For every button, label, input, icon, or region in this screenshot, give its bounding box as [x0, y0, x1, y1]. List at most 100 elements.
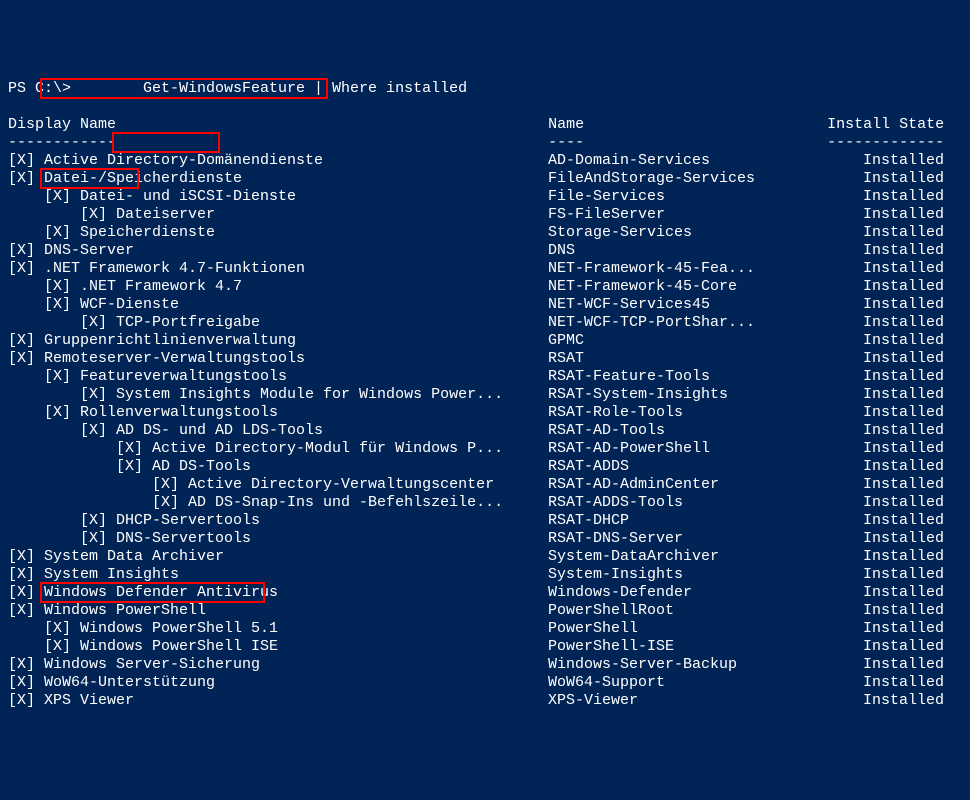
name-cell: PowerShellRoot [548, 602, 809, 620]
feature-row: [X] Active Directory-Verwaltungscenter R… [8, 476, 962, 494]
feature-row: [X] WCF-Dienste NET-WCF-Services45 Insta… [8, 296, 962, 314]
feature-row: [X] Remoteserver-Verwaltungstools RSAT I… [8, 350, 962, 368]
name-cell: AD-Domain-Services [548, 152, 809, 170]
display-name-cell: [X] Speicherdienste [8, 224, 548, 242]
feature-row: [X] Rollenverwaltungstools RSAT-Role-Too… [8, 404, 962, 422]
install-state-cell: Installed [809, 620, 944, 638]
install-state-cell: Installed [809, 332, 944, 350]
display-name-cell: [X] Datei-/Speicherdienste [8, 170, 548, 188]
feature-row: [X] Speicherdienste Storage-Services Ins… [8, 224, 962, 242]
name-cell: File-Services [548, 188, 809, 206]
install-state-cell: Installed [809, 404, 944, 422]
name-cell: RSAT-AD-PowerShell [548, 440, 809, 458]
install-state-cell: Installed [809, 350, 944, 368]
powershell-terminal[interactable]: PS C:\> Get-WindowsFeature | Where insta… [8, 80, 962, 710]
name-cell: Windows-Defender [548, 584, 809, 602]
install-state-cell: Installed [809, 638, 944, 656]
feature-row: [X] AD DS-Tools RSAT-ADDS Installed [8, 458, 962, 476]
feature-row: [X] Active Directory-Domänendienste AD-D… [8, 152, 962, 170]
blank-line [8, 98, 962, 116]
feature-row: [X] .NET Framework 4.7 NET-Framework-45-… [8, 278, 962, 296]
install-state-cell: Installed [809, 530, 944, 548]
install-state-cell: Installed [809, 692, 944, 710]
install-state-cell: Installed [809, 548, 944, 566]
install-state-cell: Installed [809, 224, 944, 242]
name-cell: PowerShell [548, 620, 809, 638]
feature-row: [X] TCP-Portfreigabe NET-WCF-TCP-PortSha… [8, 314, 962, 332]
display-name-cell: [X] .NET Framework 4.7-Funktionen [8, 260, 548, 278]
install-state-cell: Installed [809, 206, 944, 224]
name-cell: NET-Framework-45-Fea... [548, 260, 809, 278]
command-prompt: PS C:\> Get-WindowsFeature | Where insta… [8, 80, 962, 98]
name-cell: RSAT-AD-Tools [548, 422, 809, 440]
install-state-cell: Installed [809, 494, 944, 512]
install-state-cell: Installed [809, 422, 944, 440]
name-cell: NET-WCF-Services45 [548, 296, 809, 314]
install-state-cell: Installed [809, 584, 944, 602]
display-name-cell: [X] DNS-Server [8, 242, 548, 260]
name-cell: Windows-Server-Backup [548, 656, 809, 674]
name-cell: Storage-Services [548, 224, 809, 242]
install-state-cell: Installed [809, 386, 944, 404]
name-cell: RSAT-System-Insights [548, 386, 809, 404]
install-state-cell: Installed [809, 476, 944, 494]
feature-row: [X] Windows PowerShell 5.1 PowerShell In… [8, 620, 962, 638]
name-cell: RSAT [548, 350, 809, 368]
name-cell: NET-Framework-45-Core [548, 278, 809, 296]
display-name-cell: [X] Active Directory-Modul für Windows P… [8, 440, 548, 458]
display-name-cell: [X] Windows PowerShell ISE [8, 638, 548, 656]
display-name-cell: [X] DNS-Servertools [8, 530, 548, 548]
feature-row: [X] DNS-Server DNS Installed [8, 242, 962, 260]
install-state-cell: Installed [809, 674, 944, 692]
name-cell: WoW64-Support [548, 674, 809, 692]
feature-row: [X] System Insights System-Insights Inst… [8, 566, 962, 584]
display-name-cell: [X] Windows Server-Sicherung [8, 656, 548, 674]
install-state-cell: Installed [809, 440, 944, 458]
name-cell: PowerShell-ISE [548, 638, 809, 656]
install-state-cell: Installed [809, 512, 944, 530]
name-cell: RSAT-ADDS-Tools [548, 494, 809, 512]
name-cell: FS-FileServer [548, 206, 809, 224]
install-state-cell: Installed [809, 242, 944, 260]
name-cell: RSAT-Feature-Tools [548, 368, 809, 386]
install-state-cell: Installed [809, 368, 944, 386]
display-name-cell: [X] Gruppenrichtlinienverwaltung [8, 332, 548, 350]
display-name-cell: [X] System Insights Module for Windows P… [8, 386, 548, 404]
install-state-cell: Installed [809, 602, 944, 620]
name-cell: System-DataArchiver [548, 548, 809, 566]
install-state-cell: Installed [809, 656, 944, 674]
display-name-cell: [X] Windows PowerShell [8, 602, 548, 620]
install-state-cell: Installed [809, 458, 944, 476]
column-header: Display Name Name Install State [8, 116, 962, 134]
display-name-cell: [X] Windows Defender Antivirus [8, 584, 548, 602]
name-cell: RSAT-DNS-Server [548, 530, 809, 548]
feature-row: [X] AD DS- und AD LDS-Tools RSAT-AD-Tool… [8, 422, 962, 440]
name-cell: FileAndStorage-Services [548, 170, 809, 188]
feature-row: [X] AD DS-Snap-Ins und -Befehlszeile... … [8, 494, 962, 512]
display-name-cell: [X] Dateiserver [8, 206, 548, 224]
install-state-cell: Installed [809, 278, 944, 296]
name-cell: GPMC [548, 332, 809, 350]
feature-row: [X] Featureverwaltungstools RSAT-Feature… [8, 368, 962, 386]
feature-row: [X] Windows PowerShell PowerShellRoot In… [8, 602, 962, 620]
feature-row: [X] Datei- und iSCSI-Dienste File-Servic… [8, 188, 962, 206]
display-name-cell: [X] .NET Framework 4.7 [8, 278, 548, 296]
display-name-cell: [X] System Insights [8, 566, 548, 584]
display-name-cell: [X] System Data Archiver [8, 548, 548, 566]
display-name-cell: [X] Active Directory-Verwaltungscenter [8, 476, 548, 494]
install-state-cell: Installed [809, 152, 944, 170]
feature-row: [X] Dateiserver FS-FileServer Installed [8, 206, 962, 224]
install-state-cell: Installed [809, 188, 944, 206]
feature-row: [X] Active Directory-Modul für Windows P… [8, 440, 962, 458]
display-name-cell: [X] Featureverwaltungstools [8, 368, 548, 386]
display-name-cell: [X] Remoteserver-Verwaltungstools [8, 350, 548, 368]
display-name-cell: [X] TCP-Portfreigabe [8, 314, 548, 332]
feature-row: [X] DNS-Servertools RSAT-DNS-Server Inst… [8, 530, 962, 548]
display-name-cell: [X] XPS Viewer [8, 692, 548, 710]
feature-row: [X] WoW64-Unterstützung WoW64-Support In… [8, 674, 962, 692]
name-cell: RSAT-AD-AdminCenter [548, 476, 809, 494]
display-name-cell: [X] AD DS- und AD LDS-Tools [8, 422, 548, 440]
display-name-cell: [X] AD DS-Tools [8, 458, 548, 476]
name-cell: RSAT-Role-Tools [548, 404, 809, 422]
install-state-cell: Installed [809, 170, 944, 188]
